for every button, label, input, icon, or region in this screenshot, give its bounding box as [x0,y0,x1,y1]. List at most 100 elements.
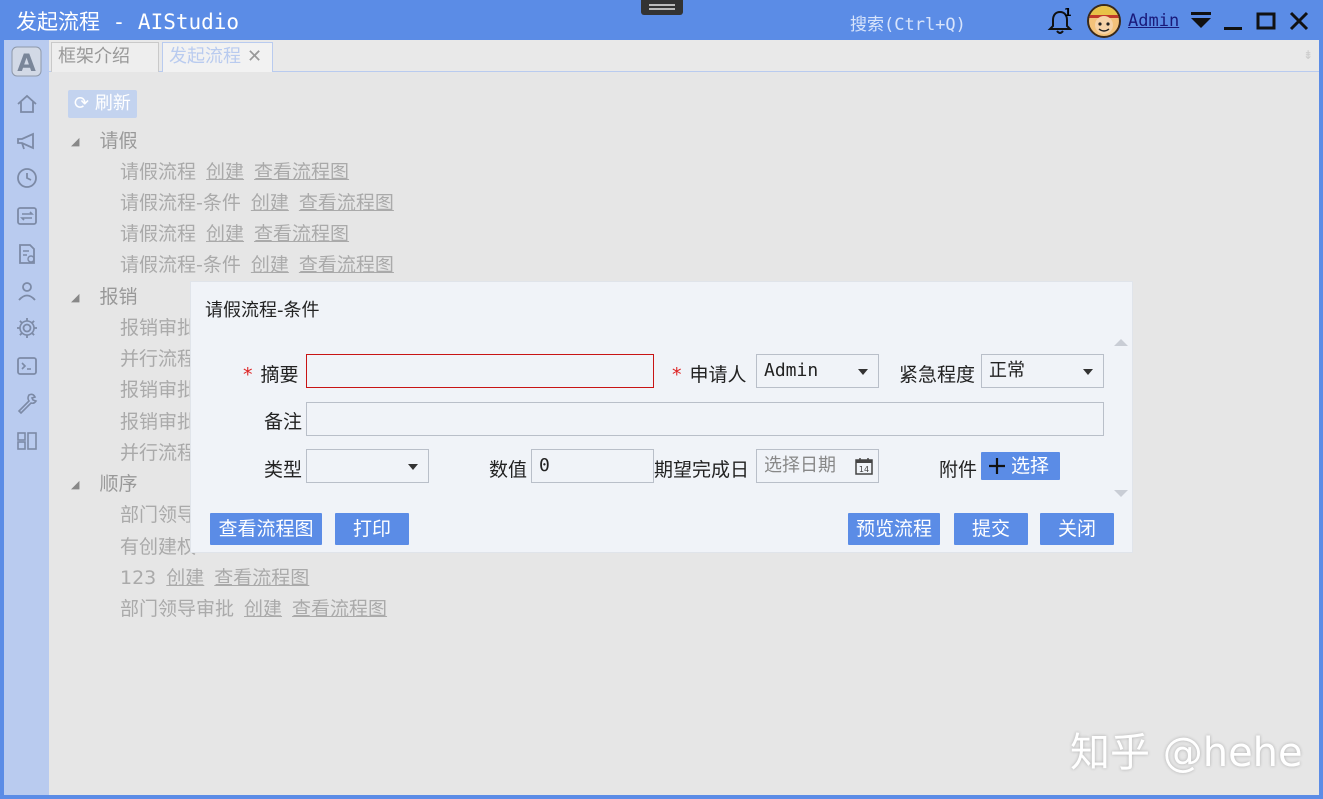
window-title: 发起流程 - AIStudio [16,10,240,34]
refresh-label: 刷新 [94,93,131,114]
type-select[interactable] [306,449,429,483]
document-check-icon[interactable] [15,242,39,266]
process-name: 报销审批 [120,379,197,401]
tree-group-sequence[interactable]: ◢ 顺序 [71,469,137,496]
applicant-value: Admin [764,360,819,381]
tab-start-process[interactable]: 发起流程 ✕ [162,42,273,72]
process-name: 请假流程-条件 [120,192,241,214]
view-chart-link[interactable]: 查看流程图 [299,192,394,214]
list-item: 部门领导审批 创建 查看流程图 [120,594,387,621]
tree-group-label: 报销 [99,286,138,308]
list-item: 请假流程 创建 查看流程图 [120,219,349,246]
type-label: 类型 [264,459,303,481]
megaphone-icon[interactable] [15,129,39,153]
process-dialog: 请假流程-条件 * 摘要 * 申请人 Admin 紧急程度 正常 备注 类型 数值 … [190,281,1133,553]
close-window-icon[interactable] [1286,8,1312,34]
home-icon[interactable] [15,92,39,116]
applicant-label-text: 申请人 [689,364,747,386]
create-link[interactable]: 创建 [206,223,244,245]
list-item: 并行流程 [120,344,196,371]
view-chart-link[interactable]: 查看流程图 [292,598,387,620]
chevron-down-icon [408,464,418,470]
tab-framework-intro[interactable]: 框架介绍 [51,42,159,72]
close-button[interactable]: 关闭 [1040,513,1114,545]
dashboard-icon[interactable] [15,429,39,453]
create-link[interactable]: 创建 [251,192,289,214]
list-item: 请假流程-条件 创建 查看流程图 [120,250,394,277]
applicant-select[interactable]: Admin [756,354,879,388]
list-item: 并行流程 [120,438,196,465]
process-name: 有创建权 [120,536,197,558]
gear-icon[interactable] [15,316,39,340]
calendar-icon[interactable]: 14 [854,456,874,476]
dropdown-menu-icon[interactable] [1188,8,1214,34]
view-chart-link[interactable]: 查看流程图 [254,223,349,245]
collapse-triangle-icon[interactable]: ◢ [71,135,79,148]
remark-input[interactable] [306,402,1104,436]
attachment-label: 附件 [939,459,978,481]
chevron-down-icon [1083,369,1093,375]
process-name: 并行流程 [120,348,197,370]
process-name: 请假流程 [120,223,197,245]
user-name-link[interactable]: Admin [1128,11,1179,31]
user-icon[interactable] [15,279,39,303]
tree-group-reimburse[interactable]: ◢ 报销 [71,282,137,309]
submit-button[interactable]: 提交 [954,513,1028,545]
create-link[interactable]: 创建 [206,161,244,183]
view-chart-button[interactable]: 查看流程图 [210,513,322,545]
minimize-icon[interactable] [1220,8,1246,34]
search-input[interactable]: 搜索(Ctrl+Q) [850,10,966,35]
due-date-placeholder: 选择日期 [764,455,836,476]
create-link[interactable]: 创建 [244,598,282,620]
collapse-triangle-icon[interactable]: ◢ [71,291,79,304]
refresh-icon: ⟳ [74,93,90,114]
summary-label: * 摘要 [243,360,299,387]
dialog-title: 请假流程-条件 [205,300,320,321]
due-date-input[interactable]: 选择日期 14 [756,449,879,483]
create-link[interactable]: 创建 [251,254,289,276]
svg-text:14: 14 [859,465,869,474]
remark-label: 备注 [264,411,303,433]
tab-bar: 框架介绍 发起流程 ✕ ⇟ [49,40,1319,72]
number-input[interactable]: 0 [531,449,654,483]
scroll-up-icon[interactable] [1114,339,1128,346]
urgency-value: 正常 [989,360,1025,381]
sidebar: A [4,40,49,795]
scroll-down-icon[interactable] [1114,490,1128,497]
tab-label: 发起流程 [169,46,241,67]
wrench-icon[interactable] [15,391,39,415]
process-name: 123 [120,567,157,589]
process-name: 报销审批 [120,317,197,339]
process-name: 并行流程 [120,442,197,464]
process-name: 部门领导审批 [120,598,235,620]
preview-button[interactable]: 预览流程 [848,513,940,545]
avatar-icon [1089,6,1119,34]
maximize-icon[interactable] [1253,8,1279,34]
watermark: 知乎 @hehe [1070,730,1303,776]
avatar[interactable] [1087,4,1121,38]
view-chart-link[interactable]: 查看流程图 [299,254,394,276]
due-date-label: 期望完成日 [654,459,750,481]
view-chart-link[interactable]: 查看流程图 [214,567,309,589]
summary-label-text: 摘要 [260,364,299,386]
drag-handle[interactable] [641,0,683,15]
list-item: 请假流程-条件 创建 查看流程图 [120,188,394,215]
terminal-icon[interactable] [15,354,39,378]
collapse-triangle-icon[interactable]: ◢ [71,478,79,491]
title-bar: 发起流程 - AIStudio 搜索(Ctrl+Q) 1 Admin [0,0,1323,40]
create-link[interactable]: 创建 [166,567,204,589]
tab-close-icon[interactable]: ✕ [247,46,262,67]
tab-menu-icon[interactable]: ⇟ [1303,48,1313,62]
tree-group-leave[interactable]: ◢ 请假 [71,126,137,153]
attachment-select-button[interactable]: 选择 [981,452,1060,480]
tab-label: 框架介绍 [58,46,130,67]
summary-input[interactable] [306,354,654,388]
plus-icon [989,458,1005,474]
print-button[interactable]: 打印 [335,513,409,545]
flow-icon[interactable] [15,204,39,228]
urgency-select[interactable]: 正常 [981,354,1104,388]
applicant-label: * 申请人 [672,360,747,387]
clock-icon[interactable] [15,166,39,190]
view-chart-link[interactable]: 查看流程图 [254,161,349,183]
refresh-button[interactable]: ⟳ 刷新 [68,90,137,118]
